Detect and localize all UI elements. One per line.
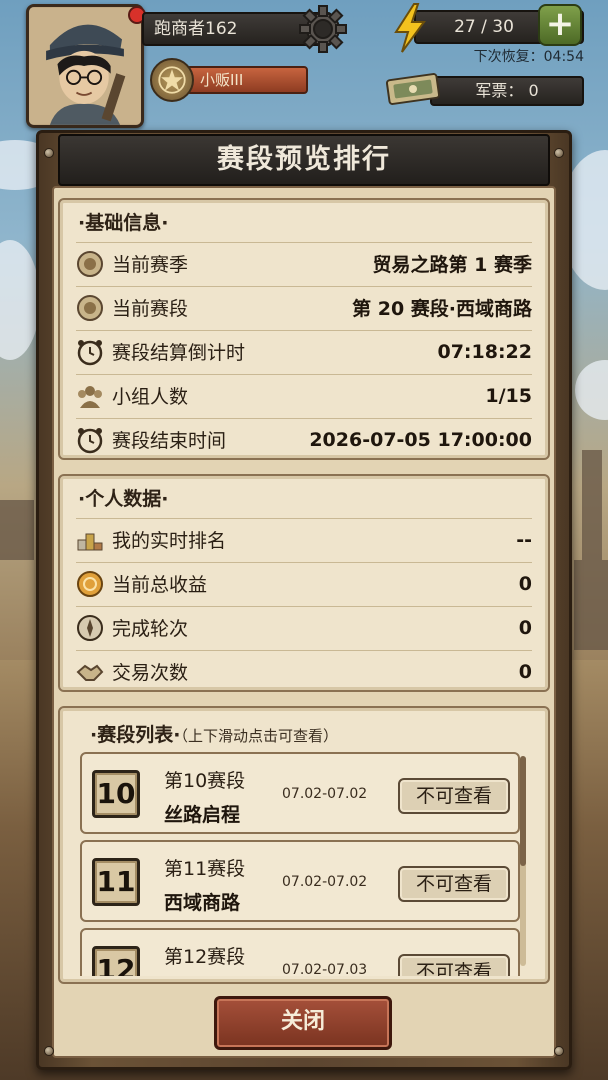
stage-number-badge: 10 [92, 770, 140, 818]
seal-icon [77, 250, 103, 277]
stage-list-hint: （上下滑动点击可查看） [180, 727, 338, 745]
stage-number-badge: 12 [92, 946, 140, 976]
data-row-rank: 我的实时排名 -- [76, 518, 532, 560]
group-icon [78, 385, 102, 408]
rank-medal-icon [150, 58, 194, 102]
stage-name: 第12赛段 [164, 946, 246, 968]
coin-icon [77, 570, 103, 597]
row-value: 0 [518, 572, 532, 595]
rivet [554, 148, 564, 158]
stage-dates: 07.02-07.02 [282, 786, 368, 802]
stage-route: 丝路启程 [164, 804, 241, 826]
row-value: 07:18:22 [437, 340, 532, 363]
section-title: ·个人数据· [78, 488, 169, 510]
row-value: -- [516, 528, 532, 551]
row-value: 贸易之路第 1 赛季 [372, 254, 532, 276]
data-row-revenue: 当前总收益 0 [76, 562, 532, 604]
row-value: 0 [518, 660, 532, 683]
handshake-icon [76, 664, 104, 681]
rivet [44, 148, 54, 158]
row-value: 2026-07-05 17:00:00 [309, 428, 532, 451]
add-energy-button[interactable]: + [538, 4, 582, 46]
row-label: 完成轮次 [112, 618, 189, 640]
avatar-portrait [29, 7, 141, 125]
rank-title: 小贩III [186, 66, 308, 94]
row-label: 赛段结算倒计时 [112, 342, 246, 364]
basic-info-section: ·基础信息· 当前赛季 贸易之路第 1 赛季 当前赛段 第 20 赛段·西域商路… [58, 198, 550, 460]
personal-data-section: ·个人数据· 我的实时排名 -- 当前总收益 0 完成轮次 0 交易次数 0 [58, 474, 550, 692]
row-label: 当前赛季 [112, 254, 189, 276]
row-label: 小组人数 [112, 386, 189, 408]
stage-number-badge: 11 [92, 858, 140, 906]
seal-icon [77, 294, 103, 321]
info-row-countdown: 赛段结算倒计时 07:18:22 [76, 330, 532, 372]
info-row-season: 当前赛季 贸易之路第 1 赛季 [76, 242, 532, 284]
stage-list-viewport[interactable]: 10 第10赛段 丝路启程 07.02-07.02 不可查看 11 第11赛段 … [80, 750, 524, 976]
compass-icon [77, 614, 103, 641]
section-title: ·基础信息· [78, 212, 169, 234]
row-value: 1/15 [485, 384, 532, 407]
panel-title: 赛段预览排行 [58, 134, 550, 186]
view-stage-button[interactable]: 不可查看 [398, 954, 510, 976]
stage-dates: 07.02-07.02 [282, 874, 368, 890]
close-button[interactable]: 关闭 [214, 996, 392, 1050]
ticket-icon [386, 73, 440, 105]
view-stage-button[interactable]: 不可查看 [398, 778, 510, 814]
stage-list-item[interactable]: 11 第11赛段 西域商路 07.02-07.02 不可查看 [80, 840, 520, 922]
row-label: 当前总收益 [112, 574, 208, 596]
data-row-rounds: 完成轮次 0 [76, 606, 532, 648]
row-label: 我的实时排名 [112, 530, 227, 552]
section-title: ·赛段列表·（上下滑动点击可查看） [90, 720, 338, 747]
stage-dates: 07.02-07.03 [282, 962, 368, 976]
stage-name: 第11赛段 [164, 858, 246, 880]
stage-list-item[interactable]: 12 第12赛段 07.02-07.03 不可查看 [80, 928, 520, 976]
row-label: 赛段结束时间 [112, 430, 227, 452]
ticket-counter: 军票： 0 [430, 76, 584, 106]
info-row-group-size: 小组人数 1/15 [76, 374, 532, 416]
view-stage-button[interactable]: 不可查看 [398, 866, 510, 902]
row-value: 0 [518, 616, 532, 639]
data-row-trades: 交易次数 0 [76, 650, 532, 692]
rivet [554, 1046, 564, 1056]
gear-icon[interactable] [298, 4, 348, 54]
row-value: 第 20 赛段·西域商路 [352, 298, 532, 320]
stage-route: 西域商路 [164, 892, 241, 914]
stage-list-item[interactable]: 10 第10赛段 丝路启程 07.02-07.02 不可查看 [80, 752, 520, 834]
list-scroll-thumb[interactable] [520, 756, 526, 866]
alarm-clock-icon [77, 427, 103, 453]
lightning-icon [394, 3, 426, 53]
info-row-end-time: 赛段结束时间 2026-07-05 17:00:00 [76, 418, 532, 460]
rivet [44, 1046, 54, 1056]
recover-time: 04:54 [543, 49, 584, 65]
energy-recover-timer: 下次恢复：04:54 [440, 46, 584, 66]
alarm-clock-icon [77, 339, 103, 365]
podium-icon [77, 533, 103, 550]
player-avatar[interactable] [26, 4, 144, 128]
row-label: 交易次数 [112, 662, 189, 684]
info-row-stage: 当前赛段 第 20 赛段·西域商路 [76, 286, 532, 328]
stage-list-title: ·赛段列表· [90, 724, 181, 746]
recover-label: 下次恢复： [473, 49, 544, 65]
stage-name: 第10赛段 [164, 770, 246, 792]
row-label: 当前赛段 [112, 298, 189, 320]
